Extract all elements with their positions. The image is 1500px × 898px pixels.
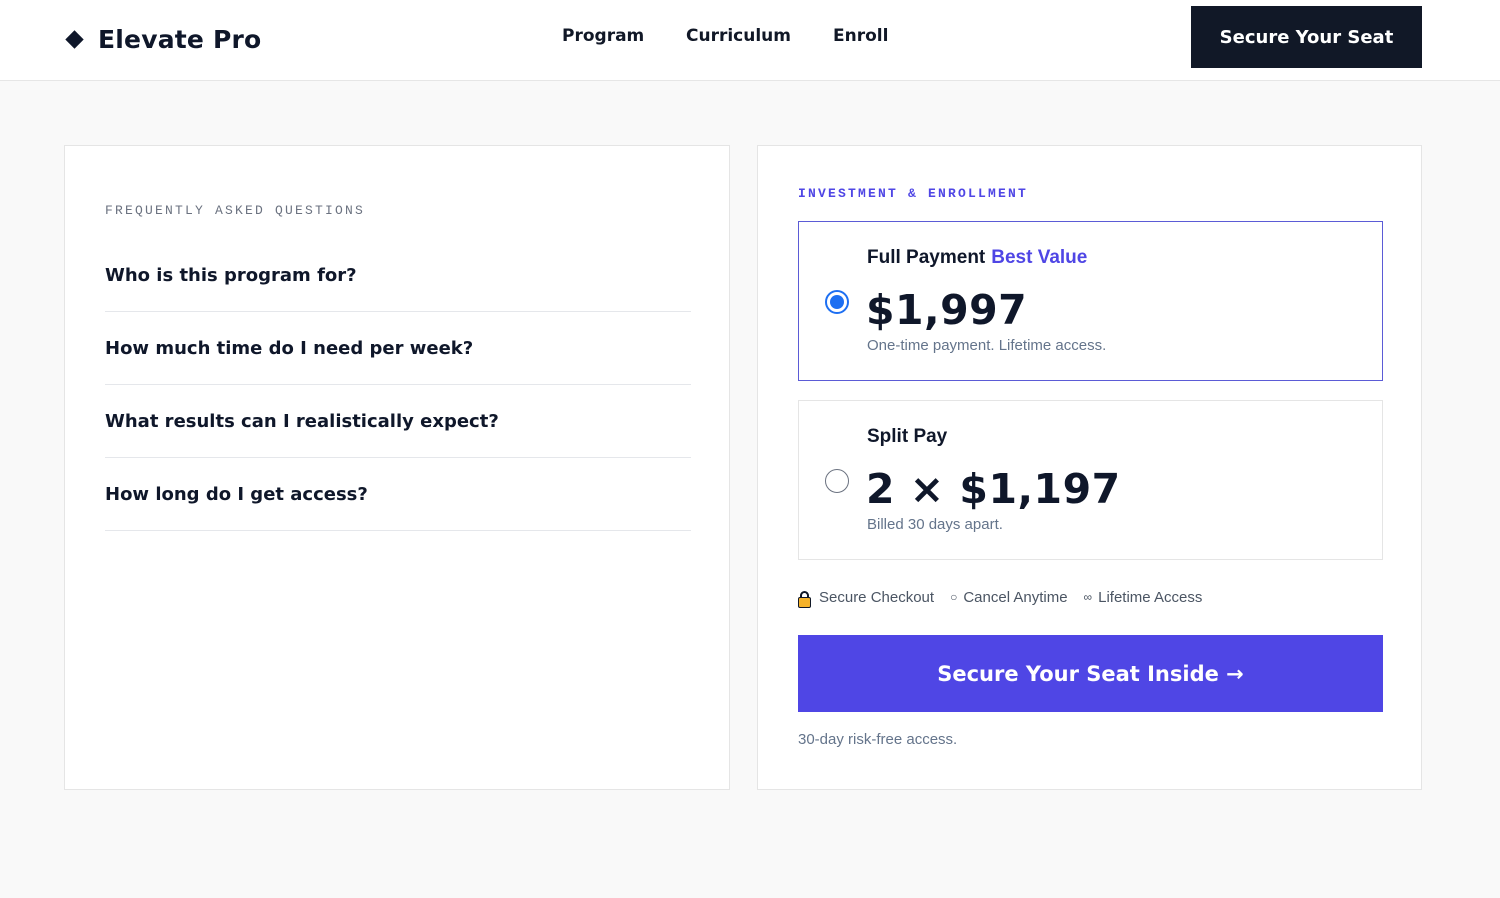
- top-navigation-bar: Elevate Pro Program Curriculum Enroll Se…: [0, 0, 1500, 81]
- secure-your-seat-inside-button[interactable]: Secure Your Seat Inside →: [798, 635, 1383, 712]
- nav-link-program[interactable]: Program: [562, 26, 644, 48]
- plan-name: Split Pay: [867, 426, 948, 447]
- faq-list: Who is this program for? How much time d…: [105, 239, 691, 531]
- plan-note: One-time payment. Lifetime access.: [867, 337, 1107, 354]
- nav-link-enroll[interactable]: Enroll: [833, 26, 888, 48]
- diamond-icon: [65, 29, 84, 49]
- faq-question: How much time do I need per week?: [105, 337, 474, 359]
- trust-badge-cancel-anytime: ○ Cancel Anytime: [950, 589, 1067, 606]
- brand-name: Elevate Pro: [98, 24, 262, 54]
- faq-question: What results can I realistically expect?: [105, 410, 499, 432]
- faq-item[interactable]: How long do I get access?: [105, 458, 691, 531]
- enrollment-panel: INVESTMENT & ENROLLMENT Full Payment Best…: [757, 145, 1422, 790]
- plan-name: Full Payment: [867, 247, 986, 268]
- best-value-badge: Best Value: [991, 247, 1088, 268]
- plan-price: $1,997: [866, 286, 1028, 334]
- plan-option-split-pay[interactable]: Split Pay 2 × $1,197 Billed 30 days apar…: [798, 400, 1383, 560]
- plan-title: Full Payment Best Value: [867, 247, 1087, 269]
- trust-badge-lifetime-access: ∞ Lifetime Access: [1084, 589, 1203, 606]
- faq-item[interactable]: What results can I realistically expect?: [105, 385, 691, 458]
- lock-icon: [798, 590, 811, 608]
- plan-option-full-payment[interactable]: Full Payment Best Value $1,997 One-time p…: [798, 221, 1383, 381]
- trust-badges: Secure Checkout ○ Cancel Anytime ∞ Lifet…: [798, 586, 1218, 608]
- secure-your-seat-button[interactable]: Secure Your Seat: [1191, 6, 1422, 68]
- circle-icon: ○: [950, 590, 958, 604]
- trust-badge-secure-checkout: Secure Checkout: [798, 588, 935, 608]
- plan-radio-full-payment[interactable]: [825, 290, 849, 314]
- trust-label: Secure Checkout: [819, 588, 935, 606]
- faq-item[interactable]: Who is this program for?: [105, 239, 691, 312]
- faq-heading: FREQUENTLY ASKED QUESTIONS: [105, 203, 366, 218]
- faq-question: How long do I get access?: [105, 483, 368, 505]
- trust-label: Cancel Anytime: [963, 588, 1068, 606]
- risk-free-note: 30-day risk-free access.: [798, 731, 958, 748]
- plan-price: 2 × $1,197: [866, 465, 1121, 513]
- brand-logo[interactable]: Elevate Pro: [65, 22, 262, 56]
- plan-note: Billed 30 days apart.: [867, 516, 1003, 533]
- infinity-icon: ∞: [1083, 590, 1093, 604]
- enrollment-heading: INVESTMENT & ENROLLMENT: [798, 186, 1029, 201]
- plan-radio-split-pay[interactable]: [825, 469, 849, 493]
- faq-item[interactable]: How much time do I need per week?: [105, 312, 691, 385]
- faq-question: Who is this program for?: [105, 264, 357, 286]
- nav-link-curriculum[interactable]: Curriculum: [686, 26, 791, 48]
- plan-title: Split Pay: [867, 426, 947, 448]
- trust-label: Lifetime Access: [1098, 588, 1203, 606]
- faq-panel: FREQUENTLY ASKED QUESTIONS Who is this p…: [64, 145, 730, 790]
